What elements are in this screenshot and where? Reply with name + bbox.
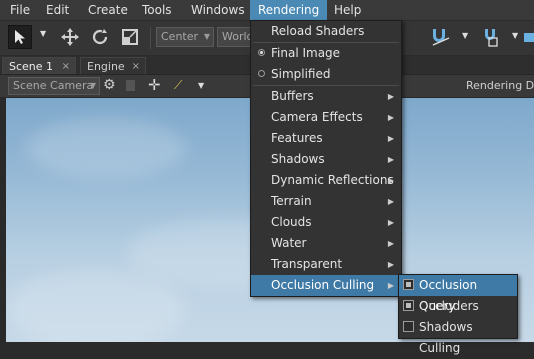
menu-rendering[interactable]: Rendering [250, 0, 328, 20]
camera-effects-label: Camera Effects [271, 110, 363, 124]
gear-icon[interactable]: ⚙ [103, 77, 116, 93]
grid-snap-dropdown-icon[interactable]: ▼ [512, 31, 518, 40]
water-item[interactable]: Water ▶ [251, 233, 401, 254]
pivot-combo[interactable]: Center ▼ [156, 27, 214, 47]
submenu-arrow-icon: ▶ [387, 113, 394, 122]
shadows-item[interactable]: Shadows ▶ [251, 149, 401, 170]
submenu-arrow-icon: ▶ [387, 218, 394, 227]
add-icon[interactable]: ✛ [148, 76, 161, 94]
menu-edit[interactable]: Edit [38, 0, 77, 20]
buffers-item[interactable]: Buffers ▶ [251, 86, 401, 107]
grid-snap-button[interactable] [476, 25, 506, 49]
terrain-label: Terrain [271, 194, 312, 208]
magnet-grid-icon [485, 29, 498, 47]
radio-empty-icon [258, 70, 265, 77]
reload-shaders-item[interactable]: Reload Shaders [251, 21, 401, 42]
close-icon[interactable]: × [132, 58, 140, 75]
select-tool-button[interactable] [8, 25, 32, 49]
menu-file[interactable]: File [2, 0, 38, 20]
brush-icon[interactable]: ⟋ [174, 78, 182, 93]
tab-scene-1-label: Scene 1 [9, 60, 54, 73]
occluders-item[interactable]: Occluders [399, 296, 517, 317]
clouds-item[interactable]: Clouds ▶ [251, 212, 401, 233]
occlusion-query-item[interactable]: Occlusion Query [399, 275, 517, 313]
cursor-arrow-icon [15, 30, 25, 44]
brush-dropdown-icon[interactable]: ▼ [198, 81, 204, 90]
buffers-label: Buffers [271, 89, 314, 103]
rotate-icon [92, 29, 108, 45]
transparent-item[interactable]: Transparent ▶ [251, 254, 401, 275]
scale-icon [122, 29, 138, 45]
move-tool-button[interactable] [58, 25, 82, 49]
submenu-arrow-icon: ▶ [387, 155, 394, 164]
toolbar-divider [150, 27, 151, 49]
snap-dropdown-icon[interactable]: ▼ [462, 31, 468, 40]
camera-combo-value: Scene Camera [13, 79, 94, 92]
occlusion-culling-item[interactable]: Occlusion Culling ▶ [251, 275, 401, 296]
final-image-item[interactable]: Final Image [251, 43, 401, 64]
camera-tool-button[interactable] [522, 25, 534, 49]
sky-cloud [26, 118, 186, 178]
tab-scene-1[interactable]: Scene 1 × [2, 57, 76, 74]
menu-create[interactable]: Create [80, 0, 136, 20]
snap-button[interactable] [426, 25, 456, 49]
submenu-arrow-icon: ▶ [387, 239, 394, 248]
magnet-snap-icon [432, 29, 450, 46]
menu-windows[interactable]: Windows [183, 0, 253, 20]
occluders-label: Occluders [419, 299, 479, 313]
simplified-item[interactable]: Simplified [251, 64, 401, 85]
camera-icon [524, 33, 534, 42]
checkbox-checked-icon [403, 300, 414, 311]
radio-selected-icon [258, 49, 265, 56]
camera-effects-item[interactable]: Camera Effects ▶ [251, 107, 401, 128]
lock-icon[interactable] [126, 80, 135, 91]
tab-engine[interactable]: Engine × [80, 57, 146, 74]
submenu-arrow-icon: ▶ [387, 260, 394, 269]
submenu-arrow-icon: ▶ [387, 134, 394, 143]
clouds-label: Clouds [271, 215, 312, 229]
menu-tools[interactable]: Tools [134, 0, 180, 20]
submenu-arrow-icon: ▶ [387, 92, 394, 101]
submenu-arrow-icon: ▶ [387, 197, 394, 206]
menu-help[interactable]: Help [326, 0, 369, 20]
chevron-down-icon: ▼ [203, 32, 210, 41]
shadows-culling-label: Shadows Culling [419, 320, 473, 355]
chevron-down-icon: ▼ [89, 81, 96, 90]
shadows-label: Shadows [271, 152, 325, 166]
scale-tool-button[interactable] [118, 25, 142, 49]
pivot-combo-value: Center [161, 30, 199, 43]
dynamic-reflections-label: Dynamic Reflections [271, 173, 394, 187]
submenu-arrow-icon: ▶ [387, 176, 394, 185]
occlusion-culling-label: Occlusion Culling [271, 278, 375, 292]
rendering-debug-label: Rendering Deb [466, 79, 534, 92]
shadows-culling-item[interactable]: Shadows Culling [399, 317, 517, 355]
close-icon[interactable]: × [62, 58, 70, 75]
transparent-label: Transparent [271, 257, 343, 271]
occlusion-culling-submenu: Occlusion Query Occluders Shadows Cullin… [398, 274, 518, 355]
final-image-label: Final Image [271, 46, 341, 60]
features-item[interactable]: Features ▶ [251, 128, 401, 149]
select-tool-dropdown-icon[interactable]: ▼ [40, 29, 46, 38]
rotate-tool-button[interactable] [88, 25, 112, 49]
camera-combo[interactable]: Scene Camera ▼ [8, 77, 100, 95]
simplified-label: Simplified [271, 67, 331, 81]
space-combo-value: World [222, 30, 254, 43]
sky-cloud [6, 268, 186, 342]
checkbox-checked-icon [403, 279, 414, 290]
terrain-item[interactable]: Terrain ▶ [251, 191, 401, 212]
features-label: Features [271, 131, 323, 145]
rendering-menu: Reload Shaders Final Image Simplified Bu… [250, 20, 402, 297]
water-label: Water [271, 236, 307, 250]
checkbox-unchecked-icon [403, 321, 414, 332]
tab-engine-label: Engine [87, 60, 125, 73]
move-arrows-icon [61, 28, 79, 46]
submenu-arrow-icon: ▶ [387, 281, 394, 290]
dynamic-reflections-item[interactable]: Dynamic Reflections ▶ [251, 170, 401, 191]
menu-bar: File Edit Create Tools Windows Rendering… [0, 0, 534, 21]
